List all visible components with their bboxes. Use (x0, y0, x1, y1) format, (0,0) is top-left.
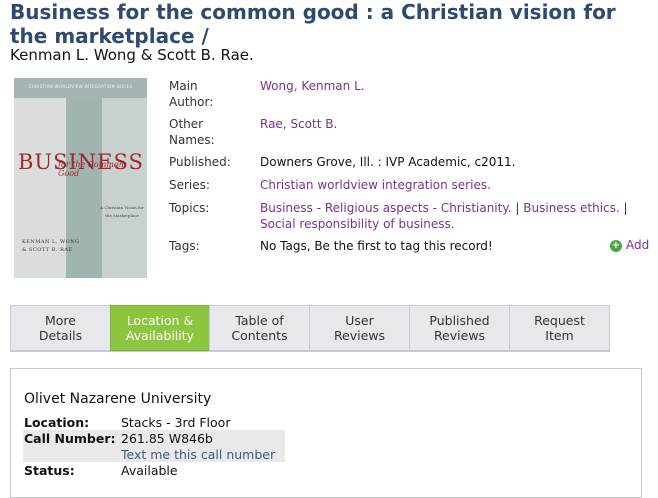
topic-link[interactable]: Business ethics. (523, 201, 619, 215)
main-author-link[interactable]: Wong, Kenman L. (260, 78, 365, 94)
call-number-label: Call Number: (24, 431, 116, 446)
series-link[interactable]: Christian worldview integration series. (260, 177, 491, 193)
tab-published-reviews[interactable]: Published Reviews (409, 305, 510, 351)
main-author-label: Main Author: (169, 79, 214, 109)
tab-label: Published (429, 313, 490, 328)
topics-values: Business - Religious aspects - Christian… (260, 200, 628, 232)
library-name: Olivet Nazarene University (24, 391, 212, 407)
other-names-link[interactable]: Rae, Scott B. (260, 116, 337, 132)
tags-label: Tags: (169, 239, 200, 253)
status-value: Available (121, 463, 178, 478)
tab-more-details[interactable]: More Details (10, 305, 111, 351)
tab-label: Reviews (433, 328, 486, 343)
location-label: Location: (24, 415, 90, 430)
tab-label: User (345, 313, 374, 328)
other-names-label: Other Names: (169, 117, 215, 147)
record-authors: Kenman L. Wong & Scott B. Rae. (10, 46, 254, 64)
series-label: Series: (169, 178, 210, 192)
topics-label: Topics: (169, 201, 210, 215)
topic-separator: | (623, 201, 628, 215)
tab-table-of-contents[interactable]: Table of Contents (209, 305, 310, 351)
tab-label: Reviews (333, 328, 386, 343)
cover-author-2: & SCOTT B. RAE (22, 247, 73, 253)
cover-blurb: A Christian Vision for the Marketplace (100, 205, 144, 218)
plus-circle-icon: + (610, 239, 622, 252)
cover-panel-right (102, 98, 147, 278)
tab-location-availability[interactable]: Location & Availability (110, 305, 210, 351)
cover-author-1: KENMAN L. WONG (22, 239, 80, 245)
tab-user-reviews[interactable]: User Reviews (309, 305, 410, 351)
status-label: Status: (24, 463, 75, 478)
cover-authors: KENMAN L. WONG & SCOTT B. RAE (22, 238, 80, 254)
add-tag-label: Add (626, 238, 650, 252)
holdings-panel: Olivet Nazarene University Location: Sta… (10, 368, 642, 498)
tab-label: Contents (231, 328, 288, 343)
book-cover-image: CHRISTIAN WORLDVIEW INTEGRATION SERIES B… (14, 78, 147, 278)
tab-label: Table of (235, 313, 284, 328)
tags-value: No Tags, Be the first to tag this record… (260, 239, 493, 253)
tab-label: More (45, 313, 76, 328)
call-number-value: 261.85 W846b (121, 431, 213, 446)
record-title: Business for the common good : a Christi… (10, 0, 616, 48)
tab-request-item[interactable]: Request Item (509, 305, 610, 351)
published-value: Downers Grove, Ill. : IVP Academic, c201… (260, 155, 516, 169)
cover-series-text: CHRISTIAN WORLDVIEW INTEGRATION SERIES (28, 84, 133, 89)
tab-label: Details (38, 328, 83, 343)
add-tag-button[interactable]: + Add (610, 238, 649, 252)
tab-label: Request (534, 313, 585, 328)
location-value: Stacks - 3rd Floor (121, 415, 231, 430)
cover-subtitle: for the Common Good (58, 160, 124, 178)
tab-label: Location & (126, 313, 194, 328)
published-label: Published: (169, 155, 231, 169)
tab-label: Availability (125, 328, 195, 343)
topic-link[interactable]: Social responsibility of business. (260, 217, 455, 231)
topic-separator: | (515, 201, 520, 215)
tab-label: Item (545, 328, 574, 343)
text-call-number-link[interactable]: Text me this call number (121, 447, 275, 462)
tabs-divider (10, 351, 610, 352)
topic-link[interactable]: Business - Religious aspects - Christian… (260, 201, 512, 215)
